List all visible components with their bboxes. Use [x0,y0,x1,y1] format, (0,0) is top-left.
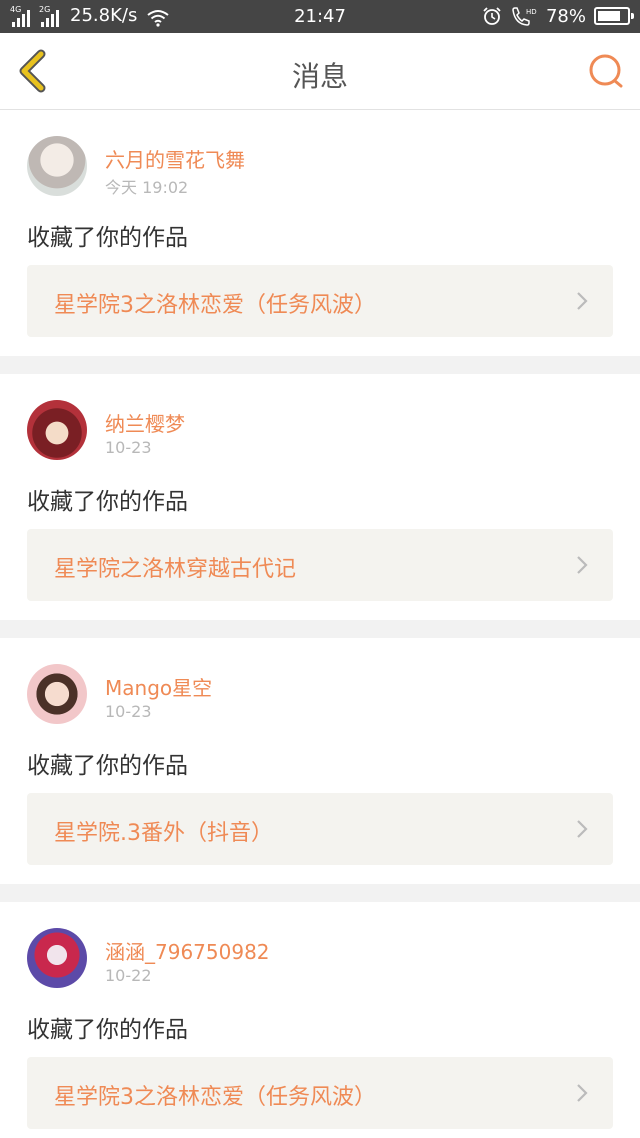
message-time: 10-22 [105,966,152,985]
message-card: 六月的雪花飞舞 今天 19:02 收藏了你的作品 星学院3之洛林恋爱（任务风波） [0,110,640,356]
page-title: 消息 [291,60,348,93]
work-link[interactable]: 星学院3之洛林恋爱（任务风波） [27,1057,613,1129]
work-title: 星学院之洛林穿越古代记 [54,557,297,582]
svg-text:HD: HD [526,8,537,16]
message-time: 今天 19:02 [105,178,189,197]
username[interactable]: 纳兰樱梦 [105,408,185,437]
search-button[interactable] [586,51,626,91]
hd-call-icon: HD [512,7,537,26]
username[interactable]: 六月的雪花飞舞 [105,144,245,173]
chevron-right-icon [577,1084,588,1102]
action-text: 收藏了你的作品 [27,1017,188,1043]
work-title: 星学院3之洛林恋爱（任务风波） [54,293,376,318]
battery-icon [594,7,634,25]
message-card: 纳兰樱梦 10-23 收藏了你的作品 星学院之洛林穿越古代记 [0,374,640,620]
avatar[interactable] [27,400,87,460]
message-card: Mango星空 10-23 收藏了你的作品 星学院.3番外（抖音） [0,638,640,884]
status-bar: 4G 2G 25.8K/s 21:47 HD 78% [0,0,640,33]
action-text: 收藏了你的作品 [27,225,188,251]
work-title: 星学院.3番外（抖音） [54,821,273,846]
battery-fill [598,11,620,21]
action-text: 收藏了你的作品 [27,489,188,515]
username[interactable]: 涵涵_796750982 [105,936,270,965]
chevron-right-icon [577,556,588,574]
avatar[interactable] [27,664,87,724]
battery-percent: 78% [545,5,586,27]
message-time: 10-23 [105,702,152,721]
work-link[interactable]: 星学院之洛林穿越古代记 [27,529,613,601]
username[interactable]: Mango星空 [105,672,212,701]
top-nav-bar: 消息 [0,33,640,110]
work-link[interactable]: 星学院.3番外（抖音） [27,793,613,865]
message-time: 10-23 [105,438,152,457]
work-title: 星学院3之洛林恋爱（任务风波） [54,1085,376,1110]
work-link[interactable]: 星学院3之洛林恋爱（任务风波） [27,265,613,337]
avatar[interactable] [27,136,87,196]
avatar[interactable] [27,928,87,988]
status-right: HD 78% [482,5,634,27]
chevron-right-icon [577,820,588,838]
chevron-right-icon [577,292,588,310]
alarm-icon [483,7,501,25]
message-card: 涵涵_796750982 10-22 收藏了你的作品 星学院3之洛林恋爱（任务风… [0,902,640,1138]
action-text: 收藏了你的作品 [27,753,188,779]
